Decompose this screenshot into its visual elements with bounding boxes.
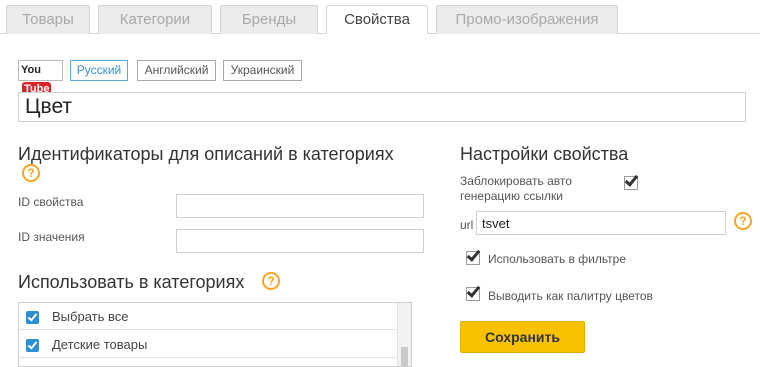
tab-properties[interactable]: Свойства	[326, 5, 428, 35]
url-label: url	[460, 218, 474, 232]
tabs-bar: Товары Категории Бренды Свойства Промо-и…	[0, 0, 760, 35]
youtube-you-text: You	[21, 64, 41, 76]
ids-section-title: Идентификаторы для описаний в категориях	[18, 144, 394, 164]
category-checkbox[interactable]	[26, 339, 39, 352]
tab-promo-images[interactable]: Промо-изображения	[436, 5, 618, 35]
property-name-input[interactable]	[18, 92, 746, 122]
value-id-label: ID значения	[18, 230, 85, 244]
use-in-categories-title: Использовать в категориях	[18, 272, 245, 292]
list-item[interactable]: Детские товары	[19, 331, 397, 358]
url-input[interactable]	[476, 211, 726, 235]
category-list-scrollbar[interactable]	[397, 303, 411, 366]
select-all-checkbox[interactable]	[26, 311, 39, 324]
lang-russian-button[interactable]: Русский	[70, 60, 128, 81]
url-help-icon[interactable]: ?	[734, 212, 752, 230]
property-id-label: ID свойства	[18, 195, 84, 209]
lang-english-button[interactable]: Английский	[137, 60, 216, 81]
value-id-input[interactable]	[176, 229, 424, 253]
color-palette-label: Выводить как палитру цветов	[488, 289, 653, 303]
tab-products[interactable]: Товары	[6, 5, 90, 35]
tab-brands[interactable]: Бренды	[220, 5, 318, 35]
settings-section-title: Настройки свойства	[460, 144, 629, 164]
list-item-label: Детские товары	[52, 337, 148, 352]
lang-ukrainian-button[interactable]: Украинский	[223, 60, 302, 81]
list-item-label: Выбрать все	[52, 309, 129, 324]
tab-categories[interactable]: Категории	[98, 5, 212, 35]
save-button[interactable]: Сохранить	[460, 321, 585, 353]
lock-url-checkbox[interactable]	[624, 172, 639, 190]
scrollbar-thumb[interactable]	[401, 347, 408, 366]
use-in-categories-help-icon[interactable]: ?	[262, 272, 280, 290]
property-id-input[interactable]	[176, 194, 424, 218]
youtube-logo-icon[interactable]: YouTube	[18, 60, 63, 96]
use-in-filter-label: Использовать в фильтре	[488, 252, 627, 266]
use-in-filter-checkbox[interactable]	[466, 247, 481, 265]
list-item[interactable]: Выбрать все	[19, 303, 397, 330]
lock-url-label: Заблокировать авто генерацию ссылки	[460, 174, 572, 203]
category-list: Выбрать все Детские товары	[18, 302, 412, 367]
ids-help-icon[interactable]: ?	[22, 164, 40, 182]
color-palette-checkbox[interactable]	[466, 283, 481, 301]
